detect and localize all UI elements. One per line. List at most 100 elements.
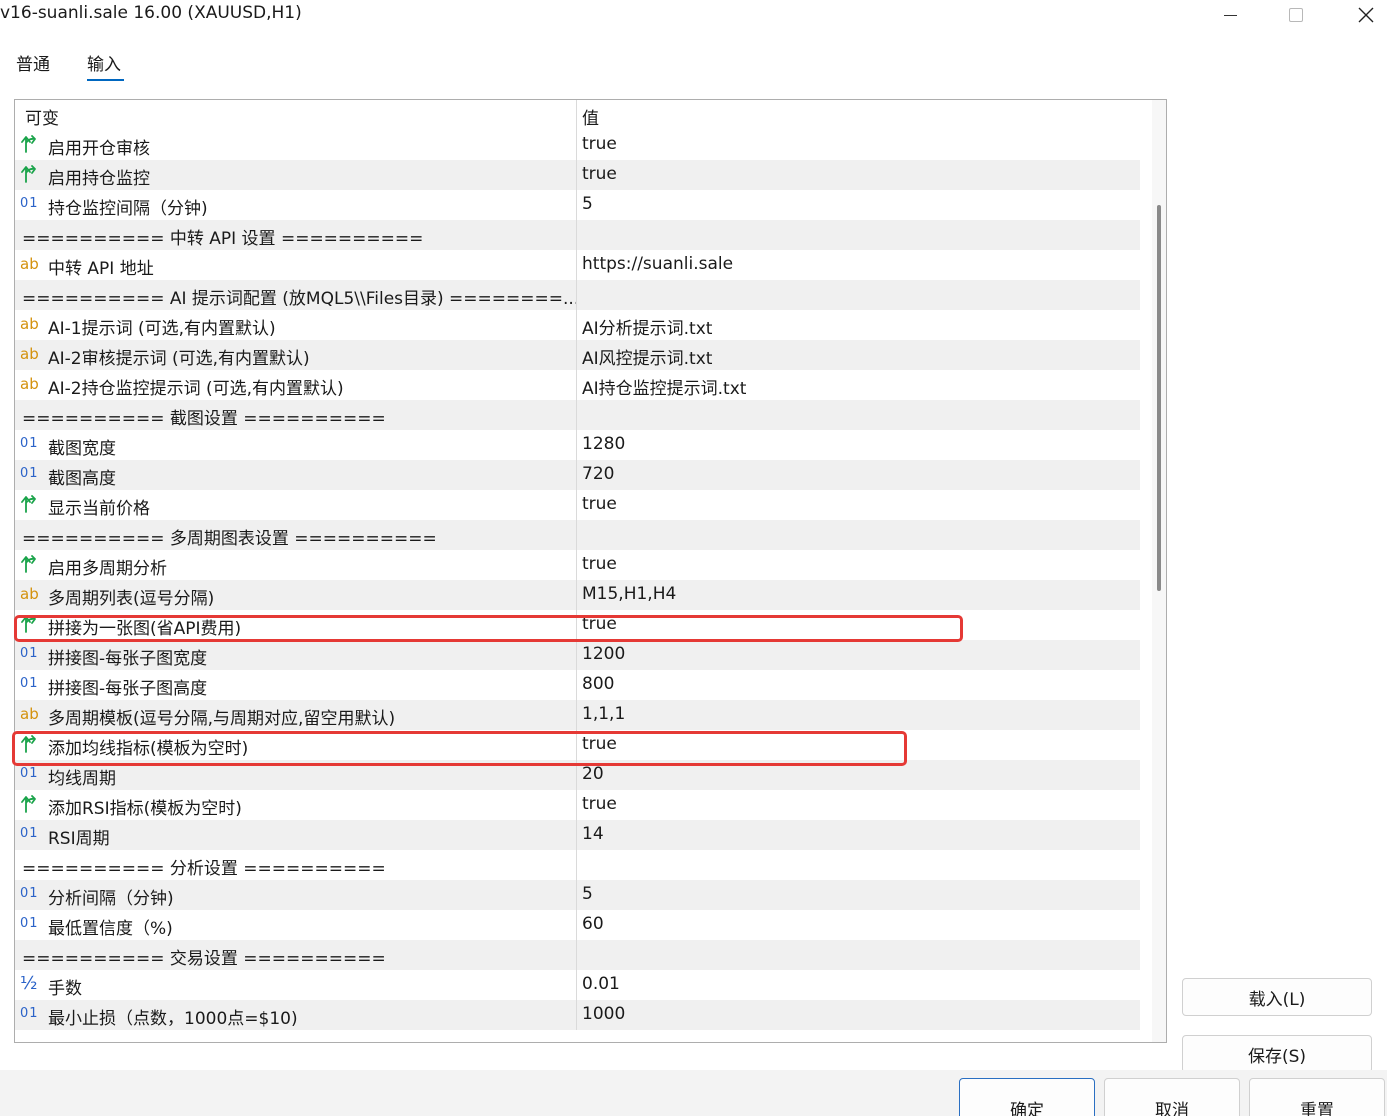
parameter-name-cell[interactable]: 01 分析间隔（分钟): [15, 880, 577, 910]
parameter-value-cell[interactable]: [577, 520, 1140, 550]
parameter-name-cell[interactable]: ========== 分析设置 ==========: [15, 850, 577, 880]
save-button[interactable]: 保存(S): [1182, 1035, 1372, 1073]
parameter-value-cell[interactable]: [577, 400, 1140, 430]
reset-button[interactable]: 重置: [1249, 1078, 1385, 1116]
parameter-name-cell[interactable]: ========== 多周期图表设置 ==========: [15, 520, 577, 550]
parameter-name-cell[interactable]: 01 持仓监控间隔（分钟): [15, 190, 577, 220]
parameter-row[interactable]: ab 中转 API 地址 https://suanli.sale: [15, 250, 1140, 280]
parameter-name-cell[interactable]: 启用开仓审核: [15, 130, 577, 160]
active-tab-indicator: [87, 79, 124, 81]
parameter-value-cell[interactable]: true: [577, 160, 1140, 190]
parameter-value-cell[interactable]: 800: [577, 670, 1140, 700]
tab-inputs[interactable]: 输入: [87, 50, 121, 75]
parameter-value-cell[interactable]: [577, 280, 1140, 310]
parameter-name-cell[interactable]: 01 拼接图-每张子图宽度: [15, 640, 577, 670]
parameter-value-cell[interactable]: 1000: [577, 1000, 1140, 1030]
parameter-value-cell[interactable]: AI风控提示词.txt: [577, 340, 1140, 370]
section-separator-row[interactable]: ========== 交易设置 ==========: [15, 940, 1140, 970]
close-button[interactable]: [1342, 0, 1387, 30]
parameter-name-cell[interactable]: ab AI-2审核提示词 (可选,有内置默认): [15, 340, 577, 370]
parameter-value-cell[interactable]: [577, 220, 1140, 250]
parameter-value-cell[interactable]: M15,H1,H4: [577, 580, 1140, 610]
parameter-row[interactable]: 01 截图高度 720: [15, 460, 1140, 490]
parameter-value-cell[interactable]: true: [577, 130, 1140, 160]
parameter-name-cell[interactable]: ab AI-2持仓监控提示词 (可选,有内置默认): [15, 370, 577, 400]
section-separator-row[interactable]: ========== 多周期图表设置 ==========: [15, 520, 1140, 550]
parameter-value-cell[interactable]: true: [577, 490, 1140, 520]
parameter-name-cell[interactable]: ab 多周期列表(逗号分隔): [15, 580, 577, 610]
parameter-row[interactable]: 01 截图宽度 1280: [15, 430, 1140, 460]
parameter-name-cell[interactable]: ab AI-1提示词 (可选,有内置默认): [15, 310, 577, 340]
section-separator-row[interactable]: ========== AI 提示词配置 (放MQL5\\Files目录) ===…: [15, 280, 1140, 310]
parameter-name-cell[interactable]: ========== 交易设置 ==========: [15, 940, 577, 970]
section-separator-row[interactable]: ========== 截图设置 ==========: [15, 400, 1140, 430]
parameter-value-cell[interactable]: 1200: [577, 640, 1140, 670]
parameter-name: 持仓监控间隔（分钟): [48, 199, 208, 219]
header-value-cell[interactable]: 值: [577, 100, 1140, 130]
parameter-name-cell[interactable]: 01 截图高度: [15, 460, 577, 490]
section-separator-row[interactable]: ========== 分析设置 ==========: [15, 850, 1140, 880]
parameter-name: 中转 API 地址: [48, 259, 154, 279]
section-separator-row[interactable]: ========== 中转 API 设置 ==========: [15, 220, 1140, 250]
bool-arrow-icon: [20, 554, 40, 574]
parameter-row[interactable]: 01 最小止损（点数，1000点=$10) 1000: [15, 1000, 1140, 1030]
parameter-row[interactable]: ab AI-2审核提示词 (可选,有内置默认) AI风控提示词.txt: [15, 340, 1140, 370]
load-button[interactable]: 载入(L): [1182, 978, 1372, 1016]
parameter-row[interactable]: ab AI-1提示词 (可选,有内置默认) AI分析提示词.txt: [15, 310, 1140, 340]
parameter-value-cell[interactable]: 14: [577, 820, 1140, 850]
header-name-cell[interactable]: 可变: [15, 100, 577, 130]
minimize-button[interactable]: [1206, 0, 1254, 30]
scrollbar-thumb[interactable]: [1157, 205, 1161, 591]
inputs-grid[interactable]: 可变 值 启用开仓审核 true 启用持仓监控 true 01 持仓监控间隔（分钟) 5 ==…: [14, 99, 1167, 1043]
parameter-value-cell[interactable]: 5: [577, 880, 1140, 910]
parameter-name-cell[interactable]: ========== 中转 API 设置 ==========: [15, 220, 577, 250]
vertical-scrollbar[interactable]: [1152, 100, 1166, 1042]
parameter-name-cell[interactable]: 01 截图宽度: [15, 430, 577, 460]
parameter-value-cell[interactable]: [577, 940, 1140, 970]
parameter-value-cell[interactable]: true: [577, 550, 1140, 580]
parameter-name-cell[interactable]: 显示当前价格: [15, 490, 577, 520]
parameter-value-cell[interactable]: 1280: [577, 430, 1140, 460]
parameter-row[interactable]: 启用持仓监控 true: [15, 160, 1140, 190]
parameter-value-cell[interactable]: 60: [577, 910, 1140, 940]
parameter-row[interactable]: 启用开仓审核 true: [15, 130, 1140, 160]
tab-general[interactable]: 普通: [16, 50, 50, 75]
parameter-name-cell[interactable]: 01 拼接图-每张子图高度: [15, 670, 577, 700]
parameter-row[interactable]: ab 多周期模板(逗号分隔,与周期对应,留空用默认) 1,1,1: [15, 700, 1140, 730]
parameter-row[interactable]: 01 最低置信度（%) 60: [15, 910, 1140, 940]
parameter-row[interactable]: 启用多周期分析 true: [15, 550, 1140, 580]
parameter-name-cell[interactable]: 01 最低置信度（%): [15, 910, 577, 940]
parameter-name-cell[interactable]: 启用多周期分析: [15, 550, 577, 580]
parameter-value-cell[interactable]: [577, 850, 1140, 880]
ok-button[interactable]: 确定: [959, 1078, 1095, 1116]
parameter-value-cell[interactable]: 720: [577, 460, 1140, 490]
parameter-row[interactable]: 01 持仓监控间隔（分钟) 5: [15, 190, 1140, 220]
parameter-row[interactable]: 显示当前价格 true: [15, 490, 1140, 520]
parameter-row[interactable]: 01 拼接图-每张子图宽度 1200: [15, 640, 1140, 670]
parameter-name-cell[interactable]: 01 RSI周期: [15, 820, 577, 850]
parameter-name-cell[interactable]: ========== 截图设置 ==========: [15, 400, 577, 430]
parameter-value-cell[interactable]: AI持仓监控提示词.txt: [577, 370, 1140, 400]
parameter-row[interactable]: 01 RSI周期 14: [15, 820, 1140, 850]
parameter-value-cell[interactable]: 1,1,1: [577, 700, 1140, 730]
parameter-name-cell[interactable]: 添加RSI指标(模板为空时): [15, 790, 577, 820]
parameter-value-cell[interactable]: 5: [577, 190, 1140, 220]
parameter-value-cell[interactable]: https://suanli.sale: [577, 250, 1140, 280]
parameter-value-cell[interactable]: AI分析提示词.txt: [577, 310, 1140, 340]
maximize-button[interactable]: [1272, 0, 1320, 30]
parameter-value-cell[interactable]: true: [577, 790, 1140, 820]
parameter-row[interactable]: ½ 手数 0.01: [15, 970, 1140, 1000]
parameter-name-cell[interactable]: ab 多周期模板(逗号分隔,与周期对应,留空用默认): [15, 700, 577, 730]
parameter-name-cell[interactable]: 启用持仓监控: [15, 160, 577, 190]
parameter-row[interactable]: 01 拼接图-每张子图高度 800: [15, 670, 1140, 700]
parameter-name-cell[interactable]: 01 最小止损（点数，1000点=$10): [15, 1000, 577, 1030]
parameter-row[interactable]: ab AI-2持仓监控提示词 (可选,有内置默认) AI持仓监控提示词.txt: [15, 370, 1140, 400]
parameter-name-cell[interactable]: ½ 手数: [15, 970, 577, 1000]
cancel-button[interactable]: 取消: [1104, 1078, 1240, 1116]
parameter-row[interactable]: 添加RSI指标(模板为空时) true: [15, 790, 1140, 820]
parameter-name-cell[interactable]: ========== AI 提示词配置 (放MQL5\\Files目录) ===…: [15, 280, 577, 310]
parameter-name-cell[interactable]: ab 中转 API 地址: [15, 250, 577, 280]
parameter-row[interactable]: ab 多周期列表(逗号分隔) M15,H1,H4: [15, 580, 1140, 610]
parameter-value-cell[interactable]: 0.01: [577, 970, 1140, 1000]
parameter-row[interactable]: 01 分析间隔（分钟) 5: [15, 880, 1140, 910]
